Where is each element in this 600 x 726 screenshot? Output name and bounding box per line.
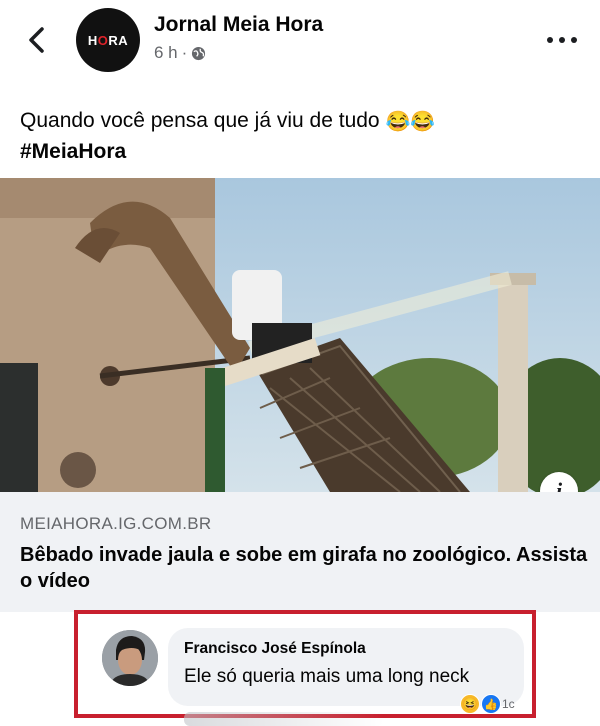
next-comment-preview bbox=[184, 712, 384, 726]
post-caption: Quando você pensa que já viu de tudo 😂😂 … bbox=[20, 106, 580, 166]
comment-author[interactable]: Francisco José Espínola bbox=[184, 640, 366, 658]
laughing-emoji-icon: 😂😂 bbox=[385, 111, 436, 133]
commenter-photo bbox=[102, 630, 158, 686]
like-reaction-icon: 👍 bbox=[481, 694, 501, 714]
caption-text: Quando você pensa que já viu de tudo bbox=[20, 109, 380, 132]
video-thumbnail[interactable] bbox=[0, 178, 600, 492]
video-frame-image bbox=[0, 178, 600, 492]
back-arrow-icon[interactable] bbox=[22, 24, 52, 56]
commenter-avatar[interactable] bbox=[102, 630, 158, 686]
link-domain: MEIAHORA.IG.COM.BR bbox=[20, 514, 212, 533]
hashtag-link[interactable]: #MeiaHora bbox=[20, 140, 126, 163]
post-header: H O RA Jornal Meia Hora 6 h · bbox=[0, 0, 600, 92]
haha-reaction-icon: 😆 bbox=[460, 694, 480, 714]
meta-separator: · bbox=[181, 43, 188, 62]
link-preview[interactable]: MEIAHORA.IG.COM.BR Bêbado invade jaula e… bbox=[0, 492, 600, 612]
meia-hora-logo: H O RA bbox=[82, 31, 134, 49]
page-avatar[interactable]: H O RA bbox=[76, 8, 140, 72]
globe-icon bbox=[192, 46, 206, 60]
comment-text: Ele só queria mais uma long neck bbox=[184, 666, 470, 687]
reaction-count: 1c bbox=[502, 697, 515, 711]
post-time[interactable]: 6 h bbox=[154, 43, 178, 63]
more-options-icon[interactable] bbox=[544, 30, 580, 50]
page-name[interactable]: Jornal Meia Hora bbox=[154, 13, 323, 37]
post-meta: 6 h · bbox=[154, 43, 206, 63]
link-title[interactable]: Bêbado invade jaula e sobe em girafa no … bbox=[20, 542, 590, 594]
comment-reactions[interactable]: 😆 👍 1c bbox=[460, 694, 515, 714]
